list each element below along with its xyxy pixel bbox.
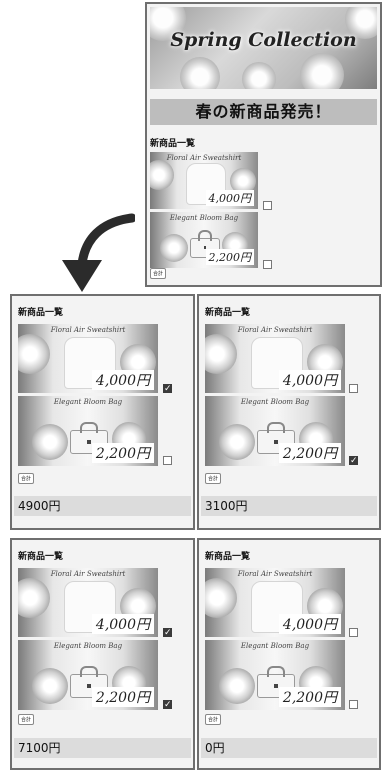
scenario-panel-2: 新商品一覧 Floral Air Sweatshirt 4,000円 Elega… (197, 294, 381, 530)
flower-image (205, 334, 237, 374)
product-name: Floral Air Sweatshirt (50, 570, 126, 578)
product-checkbox-checked[interactable]: ✓ (349, 456, 358, 466)
total-button[interactable]: 合計 (150, 268, 167, 279)
product-checkbox[interactable] (163, 456, 172, 465)
product-checkbox[interactable] (263, 201, 272, 210)
product-card-bag: Elegant Bloom Bag 2,200円 (150, 212, 258, 268)
total-output: 4900円 (14, 496, 191, 516)
product-name: Elegant Bloom Bag (53, 642, 123, 650)
product-name: Elegant Bloom Bag (240, 642, 310, 650)
product-card-sweatshirt: Floral Air Sweatshirt 4,000円 (18, 568, 158, 637)
total-output: 0円 (201, 738, 377, 758)
full-page-preview: Spring Collection 春の新商品発売！ 新商品一覧 Floral … (145, 2, 382, 287)
flower-image (180, 57, 220, 89)
product-name: Elegant Bloom Bag (53, 398, 123, 406)
product-card-sweatshirt: Floral Air Sweatshirt 4,000円 (150, 152, 258, 209)
scenario-panel-4: 新商品一覧 Floral Air Sweatshirt 4,000円 Elega… (197, 538, 381, 770)
product-price: 2,200円 (278, 443, 341, 463)
flower-image (219, 668, 255, 704)
product-checkbox-checked[interactable]: ✓ (163, 700, 172, 710)
product-name: Floral Air Sweatshirt (50, 326, 126, 334)
product-checkbox-checked[interactable]: ✓ (163, 628, 172, 638)
product-card-bag: Elegant Bloom Bag 2,200円 (205, 396, 345, 466)
product-name: Elegant Bloom Bag (240, 398, 310, 406)
product-name: Elegant Bloom Bag (169, 214, 239, 222)
product-price: 2,200円 (205, 249, 254, 265)
hero-banner: Spring Collection (150, 7, 377, 89)
scenario-panel-3: 新商品一覧 Floral Air Sweatshirt 4,000円 ✓ Ele… (10, 538, 195, 770)
flower-image (300, 53, 344, 89)
product-name: Floral Air Sweatshirt (166, 154, 242, 162)
product-price: 4,000円 (278, 614, 341, 634)
product-price: 4,000円 (91, 614, 154, 634)
product-card-sweatshirt: Floral Air Sweatshirt 4,000円 (205, 568, 345, 637)
flower-image (150, 160, 174, 190)
product-price: 4,000円 (205, 190, 254, 206)
product-card-sweatshirt: Floral Air Sweatshirt 4,000円 (18, 324, 158, 393)
product-name: Floral Air Sweatshirt (237, 570, 313, 578)
product-checkbox[interactable] (263, 260, 272, 269)
scenario-panel-1: 新商品一覧 Floral Air Sweatshirt 4,000円 ✓ Ele… (10, 294, 195, 530)
product-name: Floral Air Sweatshirt (237, 326, 313, 334)
product-price: 2,200円 (91, 687, 154, 707)
banner-title: Spring Collection (170, 29, 357, 51)
total-button[interactable]: 合計 (205, 473, 222, 484)
product-list-title: 新商品一覧 (205, 552, 251, 562)
product-card-bag: Elegant Bloom Bag 2,200円 (18, 396, 158, 466)
flower-image (18, 334, 50, 374)
flower-image (18, 578, 50, 618)
flower-image (219, 424, 255, 460)
product-price: 4,000円 (278, 370, 341, 390)
sale-heading: 春の新商品発売！ (150, 99, 377, 125)
product-checkbox[interactable] (349, 700, 358, 709)
flower-image (32, 668, 68, 704)
flower-image (160, 234, 188, 262)
product-list-title: 新商品一覧 (205, 308, 251, 318)
product-price: 2,200円 (91, 443, 154, 463)
flower-image (205, 578, 237, 618)
total-button[interactable]: 合計 (18, 473, 35, 484)
total-button[interactable]: 合計 (205, 714, 222, 725)
product-checkbox[interactable] (349, 384, 358, 393)
product-checkbox-checked[interactable]: ✓ (163, 384, 172, 394)
down-arrow-icon (62, 213, 135, 292)
product-checkbox[interactable] (349, 628, 358, 637)
product-price: 4,000円 (91, 370, 154, 390)
product-card-sweatshirt: Floral Air Sweatshirt 4,000円 (205, 324, 345, 393)
total-output: 3100円 (201, 496, 377, 516)
product-list-title: 新商品一覧 (150, 139, 196, 149)
product-card-bag: Elegant Bloom Bag 2,200円 (205, 640, 345, 710)
product-list-title: 新商品一覧 (18, 552, 64, 562)
product-list-title: 新商品一覧 (18, 308, 64, 318)
total-button[interactable]: 合計 (18, 714, 35, 725)
product-card-bag: Elegant Bloom Bag 2,200円 (18, 640, 158, 710)
flower-image (242, 62, 276, 89)
total-output: 7100円 (14, 738, 191, 758)
product-price: 2,200円 (278, 687, 341, 707)
flower-image (32, 424, 68, 460)
